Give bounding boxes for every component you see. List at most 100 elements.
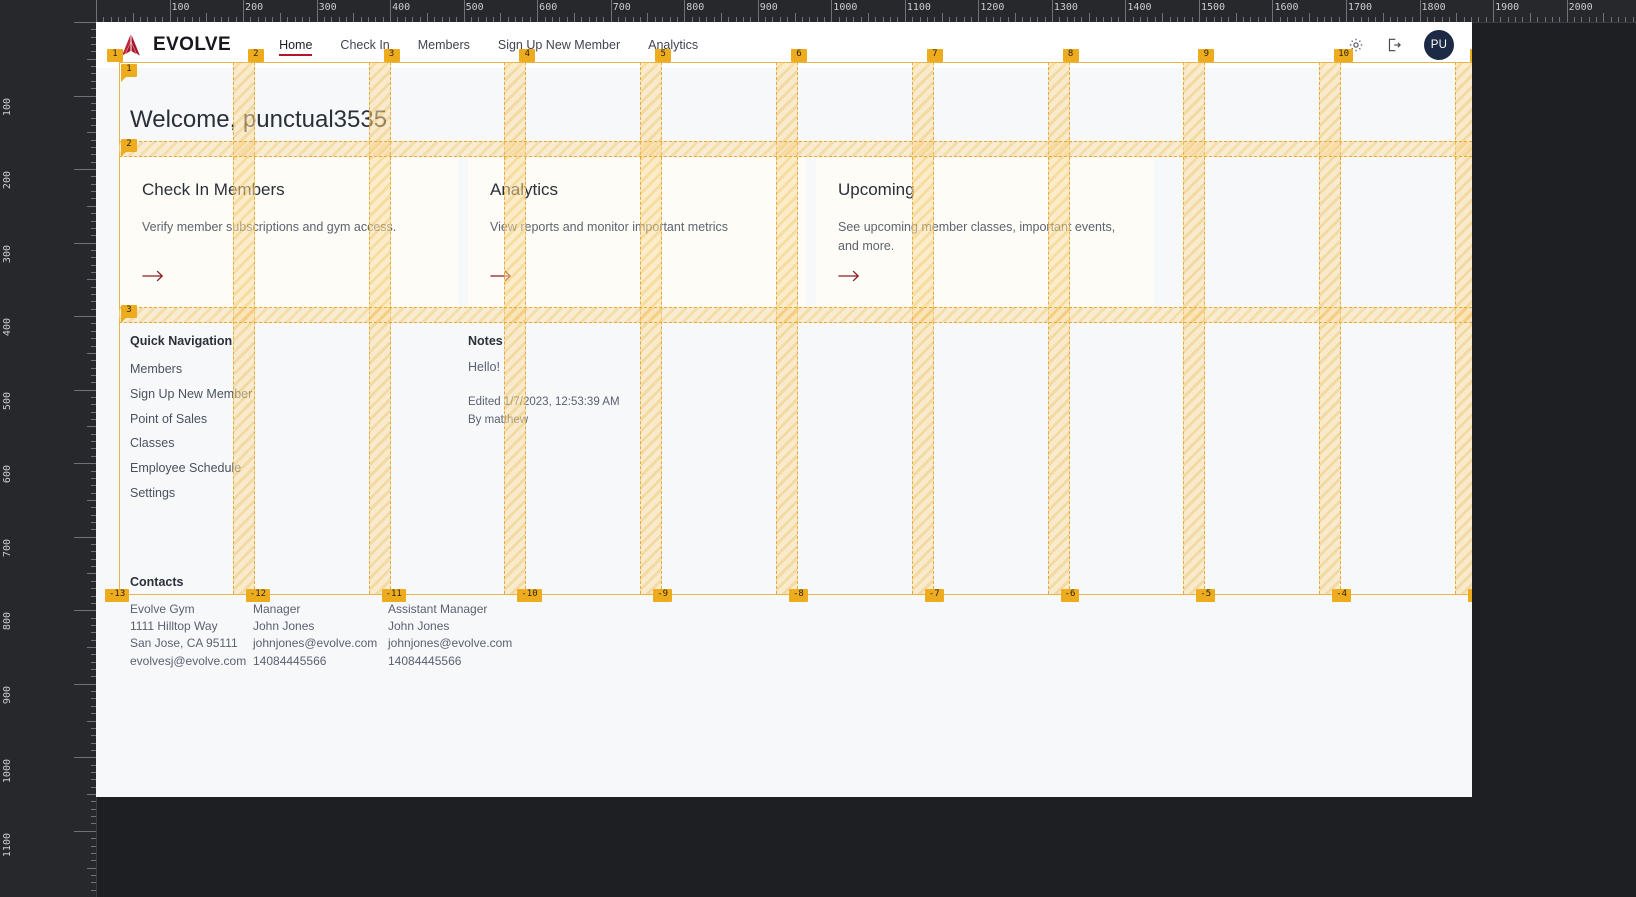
card-upcoming[interactable]: Upcoming See upcoming member classes, im… — [816, 158, 1154, 308]
ruler-label: 1600 — [1274, 2, 1299, 13]
ruler-label: 1200 — [980, 2, 1005, 13]
avatar[interactable]: PU — [1424, 30, 1454, 60]
header-actions: PU — [1348, 30, 1454, 60]
card-description: See upcoming member classes, important e… — [838, 220, 1116, 254]
contact-email: evolvesj@evolve.com — [130, 653, 247, 668]
ruler-tick — [1162, 13, 1164, 22]
quicknav-link-settings[interactable]: Settings — [130, 484, 458, 503]
card-check-in-members[interactable]: Check In Members Verify member subscript… — [120, 158, 458, 308]
ruler-label: 2000 — [1568, 2, 1593, 13]
nav-item-sign-up-new-member[interactable]: Sign Up New Member — [484, 22, 634, 68]
ruler-corner — [0, 0, 97, 23]
ruler-tick — [74, 830, 96, 832]
quicknav-link-employee-schedule[interactable]: Employee Schedule — [130, 459, 458, 478]
ruler-tick — [87, 279, 96, 281]
ruler-label: 600 — [2, 465, 13, 484]
ruler-tick — [316, 0, 318, 22]
ruler-tick — [74, 316, 96, 318]
ruler-label: 700 — [2, 538, 13, 557]
ruler-tick — [647, 13, 649, 22]
quicknav-link-sign-up-new-member[interactable]: Sign Up New Member — [130, 385, 458, 404]
ruler-tick — [537, 0, 539, 22]
ruler-label: 1800 — [1421, 2, 1446, 13]
brand-text: EVOLVE — [153, 34, 232, 55]
quicknav-link-classes[interactable]: Classes — [130, 434, 458, 453]
card-title: Upcoming — [838, 180, 915, 199]
ruler-label: 700 — [612, 2, 631, 13]
ruler-tick — [132, 13, 134, 22]
ruler-tick — [91, 860, 96, 862]
ruler-tick — [1559, 17, 1561, 22]
ruler-tick — [1515, 17, 1517, 22]
evolve-triangle-logo-icon — [118, 32, 144, 58]
lower-section: Quick Navigation Members Sign Up New Mem… — [120, 334, 1448, 509]
ruler-tick — [1456, 13, 1458, 22]
ruler-tick — [1125, 0, 1127, 22]
ruler-tick — [1272, 0, 1274, 22]
ruler-tick — [74, 22, 96, 23]
ruler-tick — [684, 0, 686, 22]
nav-item-analytics[interactable]: Analytics — [634, 22, 712, 68]
ruler-label: 100 — [171, 2, 190, 13]
ruler-label: 800 — [686, 2, 705, 13]
nav-item-members[interactable]: Members — [404, 22, 484, 68]
ruler-tick — [91, 808, 96, 810]
ruler-label: 1700 — [1348, 2, 1373, 13]
nav-label: Analytics — [648, 38, 699, 52]
ruler-tick — [1551, 17, 1553, 22]
ruler-label: 1000 — [2, 759, 13, 784]
ruler-label: 800 — [2, 612, 13, 631]
ruler-tick — [426, 13, 428, 22]
ruler-tick — [1051, 0, 1053, 22]
ruler-tick — [74, 389, 96, 391]
quicknav-link-point-of-sales[interactable]: Point of Sales — [130, 410, 458, 429]
ruler-tick — [1537, 17, 1539, 22]
quick-navigation: Quick Navigation Members Sign Up New Mem… — [120, 334, 458, 509]
ruler-tick — [91, 823, 96, 825]
arrow-right-icon[interactable] — [838, 269, 860, 288]
ruler-label: 200 — [2, 171, 13, 190]
brand[interactable]: EVOLVE — [118, 32, 231, 58]
main-nav: Home Check In Members Sign Up New Member… — [265, 22, 712, 68]
ruler-label: 300 — [2, 244, 13, 263]
card-description: Verify member subscriptions and gym acce… — [142, 220, 397, 234]
notes-body[interactable]: Hello! — [468, 360, 708, 374]
nav-label: Members — [417, 38, 470, 52]
ruler-tick — [1529, 13, 1531, 22]
app-viewport: EVOLVE Home Check In Members Sign Up New… — [96, 22, 1472, 797]
ruler-tick — [74, 610, 96, 612]
ruler-tick — [390, 0, 392, 22]
ruler-tick — [1346, 0, 1347, 22]
ruler-tick — [74, 169, 96, 171]
nav-item-home[interactable]: Home — [265, 22, 326, 68]
contact-role: Assistant Manager — [388, 601, 488, 616]
ruler-tick — [794, 13, 796, 22]
ruler-tick — [573, 13, 575, 22]
quicknav-link-members[interactable]: Members — [130, 360, 458, 379]
contact-person: John Jones — [388, 618, 450, 633]
ruler-tick — [1618, 17, 1620, 22]
ruler-label: 1100 — [2, 832, 13, 857]
gear-icon[interactable] — [1348, 37, 1364, 53]
ruler-tick — [87, 205, 96, 207]
quick-navigation-title: Quick Navigation — [130, 334, 233, 348]
arrow-right-icon[interactable] — [142, 269, 164, 288]
ruler-tick — [1382, 13, 1384, 22]
ruler-tick — [1235, 13, 1237, 22]
ruler-tick — [500, 13, 502, 22]
arrow-right-icon[interactable] — [490, 269, 512, 288]
ruler-tick — [91, 874, 96, 876]
ruler-tick — [1573, 17, 1575, 22]
nav-item-check-in[interactable]: Check In — [326, 22, 403, 68]
ruler-tick — [87, 132, 96, 134]
ruler-tick — [87, 58, 96, 60]
ruler-tick — [610, 0, 612, 22]
logout-icon[interactable] — [1386, 37, 1402, 53]
contact-role: Manager — [253, 601, 301, 616]
ruler-tick — [206, 13, 208, 22]
contact-email: johnjones@evolve.com — [253, 636, 378, 651]
ruler-tick — [87, 720, 96, 722]
card-analytics[interactable]: Analytics View reports and monitor impor… — [468, 158, 806, 308]
contact-person: John Jones — [253, 618, 315, 633]
card-title: Check In Members — [142, 180, 285, 199]
